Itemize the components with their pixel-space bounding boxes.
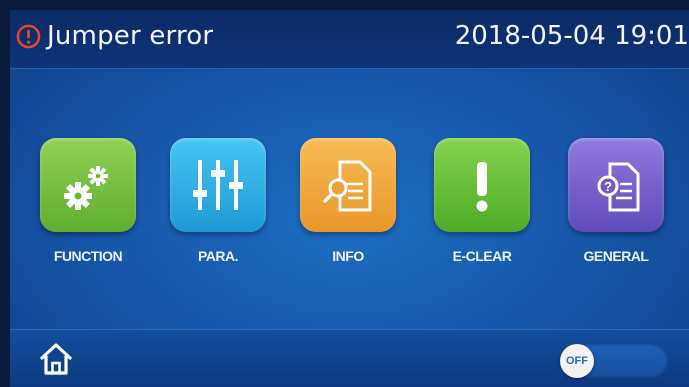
device-screen: Jumper error 2018-05-04 19:01 FUNCTION P… [10,10,689,387]
sliders-icon [193,160,243,210]
info-label: INFO [332,248,364,264]
document-search-icon [323,160,372,212]
gears-icon [64,166,108,210]
bottom-bar: OFF [10,329,689,387]
home-icon[interactable] [37,340,75,378]
error-exclamation-icon [16,24,41,49]
status-bar: Jumper error 2018-05-04 19:01 [10,10,689,69]
document-help-icon: ? [597,162,640,212]
main-menu: FUNCTION PARA. INFO E-CLEAR ? GENERAL [10,138,689,268]
general-label: GENERAL [583,248,649,264]
para-button[interactable] [170,138,266,232]
exclamation-icon [476,162,488,212]
power-toggle[interactable]: OFF [560,344,668,378]
general-button[interactable]: ? [568,138,664,232]
alert-message: Jumper error [47,21,214,51]
para-label: PARA. [197,248,239,264]
info-button[interactable] [300,138,396,232]
date-time: 2018-05-04 19:01 [454,21,689,51]
function-button[interactable] [40,138,136,232]
toggle-knob: OFF [560,344,594,378]
svg-text:?: ? [604,179,612,194]
e-clear-button[interactable] [434,138,530,232]
e-clear-label: E-CLEAR [452,248,512,264]
function-label: FUNCTION [53,248,123,264]
